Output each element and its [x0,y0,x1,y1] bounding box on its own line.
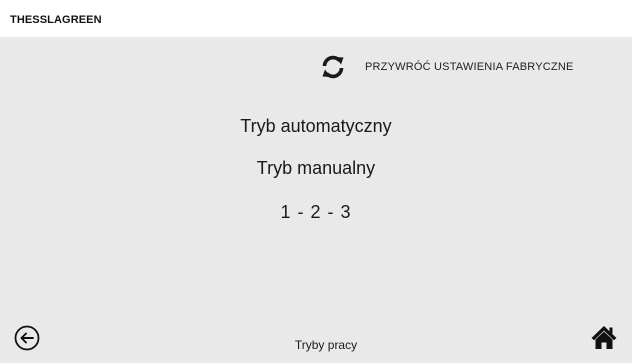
brand-logo: THESSLAGREEN [10,14,102,26]
refresh-icon [318,52,348,82]
top-bar: THESSLAGREEN [0,0,632,37]
home-icon[interactable] [590,323,618,351]
mode-automatic-button[interactable]: Tryb automatyczny [0,116,632,137]
main-panel [0,37,632,363]
mode-manual-button[interactable]: Tryb manualny [0,158,632,179]
page-title: Tryby pracy [294,338,358,352]
mode-123-button[interactable]: 1 - 2 - 3 [0,202,632,223]
screen: THESSLAGREEN PRZYWRÓĆ USTAWIENIA FABRYCZ… [0,0,632,363]
factory-reset-button[interactable]: PRZYWRÓĆ USTAWIENIA FABRYCZNE [318,52,574,82]
factory-reset-label: PRZYWRÓĆ USTAWIENIA FABRYCZNE [365,61,574,73]
